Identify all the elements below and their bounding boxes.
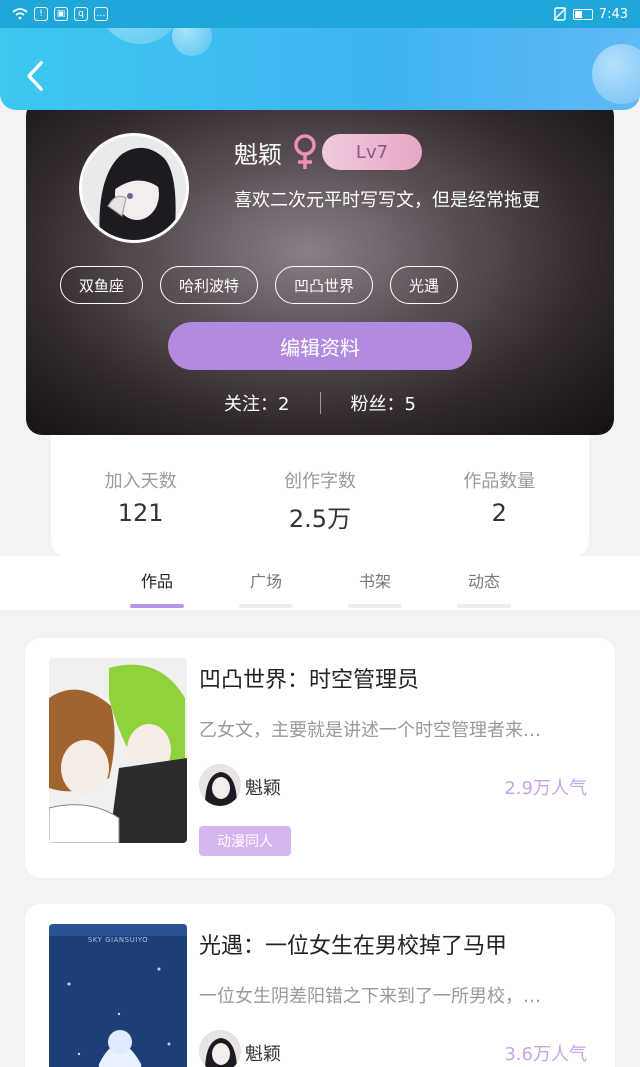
status-icons-right: 7:43 — [553, 7, 628, 22]
tab-indicator — [348, 604, 402, 608]
battery-icon — [572, 8, 593, 20]
no-sim-icon — [553, 7, 567, 21]
wifi-icon — [12, 8, 28, 20]
popularity-count: 3.6万人气 — [504, 1044, 587, 1065]
tab-bar: 作品 广场 书架 动态 — [0, 556, 640, 610]
search-notification-icon: q — [74, 7, 88, 21]
following-count: 2 — [278, 394, 290, 415]
tab-label: 书架 — [358, 572, 391, 591]
tab-label: 动态 — [467, 572, 500, 591]
stat-works-count: 作品数量 2 — [410, 435, 589, 557]
status-bar: ! ▣ q … 7:43 — [0, 0, 640, 28]
status-time: 7:43 — [598, 6, 628, 22]
stat-value: 2 — [491, 499, 507, 527]
stat-value: 2.5万 — [288, 505, 352, 533]
app-notification-icon: ▣ — [54, 7, 68, 21]
tab-bookshelf[interactable]: 书架 — [340, 568, 410, 608]
stat-value: 121 — [117, 499, 164, 527]
author-name: 魁颖 — [245, 778, 281, 799]
chevron-left-icon — [27, 61, 43, 91]
followers-count: 5 — [404, 394, 416, 415]
work-description: 一位女生阴差阳错之下来到了一所男校，… — [199, 986, 541, 1007]
follow-stats: 关注：2 粉丝：5 — [26, 390, 614, 416]
interest-tag[interactable]: 光遇 — [390, 266, 459, 304]
followers-label: 粉丝： — [350, 394, 405, 415]
tab-works[interactable]: 作品 — [122, 568, 192, 608]
interest-tags: 双鱼座 哈利波特 凹凸世界 光遇 — [60, 266, 459, 304]
interest-tag[interactable]: 凹凸世界 — [275, 266, 374, 304]
work-title: 凹凸世界：时空管理员 — [199, 668, 420, 693]
cover-text: SKY GIANSUIYO — [87, 936, 149, 944]
cover-illustration — [49, 658, 187, 843]
decor-bubble — [592, 44, 640, 104]
work-title: 光遇：一位女生在男校掉了马甲 — [199, 934, 508, 959]
back-button[interactable] — [20, 58, 50, 94]
stat-label: 作品数量 — [463, 471, 536, 492]
profile-bio: 喜欢二次元平时写写文，但是经常拖更 — [234, 190, 540, 211]
following-label: 关注： — [224, 394, 279, 415]
level-badge: Lv7 — [322, 134, 422, 170]
genre-tag[interactable]: 动漫同人 — [199, 826, 291, 856]
tab-indicator — [130, 604, 184, 608]
stat-join-days: 加入天数 121 — [51, 435, 230, 557]
stat-word-count: 创作字数 2.5万 — [230, 435, 409, 557]
stat-label: 加入天数 — [104, 471, 177, 492]
divider — [319, 392, 321, 414]
tab-indicator — [457, 604, 511, 608]
tab-activity[interactable]: 动态 — [449, 568, 519, 608]
stat-label: 创作字数 — [283, 471, 356, 492]
avatar-illustration — [82, 136, 186, 240]
avatar[interactable] — [79, 133, 189, 243]
work-card[interactable]: SKY GIANSUIYO 光遇：一位女生在男校掉了马甲 一位女生阴差阳错之下来… — [25, 904, 615, 1067]
cover-illustration — [49, 924, 187, 1067]
followers-link[interactable]: 粉丝：5 — [351, 390, 416, 416]
interest-tag[interactable]: 双鱼座 — [60, 266, 144, 304]
work-card[interactable]: 凹凸世界：时空管理员 乙女文，主要就是讲述一个时空管理者来… 魁颖 2.9万人气… — [25, 638, 615, 878]
popularity-count: 2.9万人气 — [504, 778, 587, 799]
status-icons-left: ! ▣ q … — [12, 7, 108, 21]
message-notification-icon: … — [94, 7, 108, 21]
tab-label: 作品 — [140, 572, 173, 591]
author-name: 魁颖 — [245, 1044, 281, 1065]
tab-label: 广场 — [249, 572, 282, 591]
stats-panel: 加入天数 121 创作字数 2.5万 作品数量 2 — [51, 435, 589, 557]
work-cover[interactable] — [49, 658, 187, 843]
following-link[interactable]: 关注：2 — [224, 390, 289, 416]
notification-icon: ! — [34, 7, 48, 21]
tab-indicator — [239, 604, 293, 608]
username: 魁颖 — [234, 141, 282, 169]
work-description: 乙女文，主要就是讲述一个时空管理者来… — [199, 720, 541, 741]
tab-plaza[interactable]: 广场 — [231, 568, 301, 608]
edit-profile-button[interactable]: 编辑资料 — [168, 322, 472, 370]
author-avatar — [199, 1030, 241, 1067]
interest-tag[interactable]: 哈利波特 — [160, 266, 259, 304]
female-icon — [294, 134, 316, 169]
work-cover[interactable]: SKY GIANSUIYO — [49, 924, 187, 1067]
profile-card: 魁颖 Lv7 喜欢二次元平时写写文，但是经常拖更 双鱼座 哈利波特 凹凸世界 光… — [26, 100, 614, 435]
author-avatar — [199, 764, 241, 806]
